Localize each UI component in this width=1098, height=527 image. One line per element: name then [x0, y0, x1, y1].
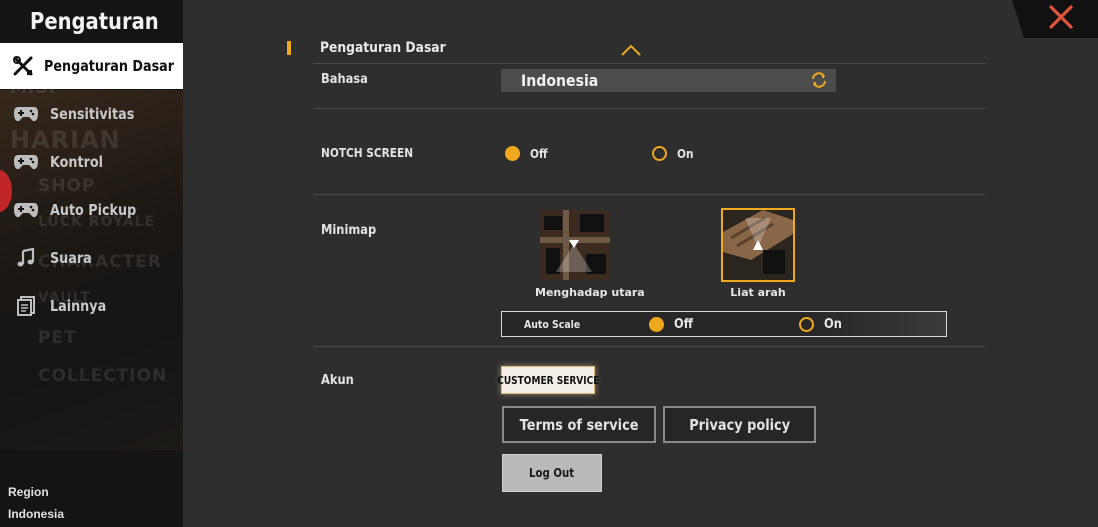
akun-label: Akun [321, 373, 354, 388]
radio-unselected-icon [799, 317, 814, 332]
divider [313, 194, 985, 195]
section-accent-bar [287, 41, 291, 55]
sidebar-item-label: Kontrol [50, 153, 104, 171]
divider [313, 63, 985, 64]
privacy-label: Privacy policy [689, 415, 790, 434]
chevron-up-icon[interactable] [620, 43, 642, 61]
gamepad-icon [12, 102, 40, 126]
sidebar-item-label: Lainnya [50, 297, 107, 315]
sidebar-item-pengaturan-dasar[interactable]: Pengaturan Dasar [0, 43, 183, 89]
bg-text-collection: COLLECTION [38, 366, 168, 386]
radio-label: Off [530, 146, 548, 161]
language-value: Indonesia [521, 71, 599, 90]
logout-button[interactable]: Log Out [502, 454, 602, 492]
minimap-direction-thumbnail [721, 208, 795, 282]
sidebar-item-lainnya[interactable]: Lainnya [0, 283, 183, 329]
minimap-direction-caption: Liat arah [730, 286, 786, 299]
terms-of-service-button[interactable]: Terms of service [502, 406, 656, 443]
refresh-icon[interactable] [810, 71, 828, 94]
radio-unselected-icon [652, 146, 667, 161]
close-icon [1036, 4, 1074, 35]
logout-label: Log Out [529, 466, 575, 480]
divider [313, 346, 985, 347]
auto-scale-setting: Auto Scale Off On [501, 311, 947, 337]
minimap-label: Minimap [321, 223, 377, 238]
sidebar-item-label: Pengaturan Dasar [44, 57, 175, 75]
notch-off-radio[interactable]: Off [505, 146, 550, 161]
gamepad-icon [12, 150, 40, 174]
sidebar-item-suara[interactable]: Suara [0, 235, 183, 281]
terms-label: Terms of service [519, 415, 639, 434]
minimap-option-direction[interactable]: Liat arah [719, 208, 797, 299]
notch-screen-label: NOTCH SCREEN [321, 146, 414, 160]
bahasa-label: Bahasa [321, 72, 368, 87]
settings-panel: Pengaturan Dasar Bahasa Indonesia NOTCH … [183, 0, 1098, 527]
tools-icon [12, 54, 34, 78]
customer-service-button[interactable]: CUSTOMER SERVICE [497, 366, 599, 394]
privacy-policy-button[interactable]: Privacy policy [663, 406, 816, 443]
section-title: Pengaturan Dasar [320, 40, 446, 56]
region-value: Indonesia [8, 507, 65, 521]
bg-text-pet: PET [38, 328, 77, 348]
sidebar-item-auto-pickup[interactable]: Auto Pickup [0, 187, 183, 233]
radio-selected-icon [505, 146, 520, 161]
page-title: Pengaturan [30, 9, 159, 35]
sidebar-item-kontrol[interactable]: Kontrol [0, 139, 183, 185]
minimap-north-caption: Menghadap utara [535, 286, 645, 299]
sidebar-item-label: Suara [50, 249, 92, 267]
radio-selected-icon [649, 317, 664, 332]
divider [313, 108, 985, 109]
radio-label: Off [674, 317, 694, 332]
minimap-north-thumbnail [540, 210, 610, 280]
music-note-icon [12, 246, 40, 270]
radio-label: On [677, 146, 694, 161]
gamepad-icon [12, 198, 40, 222]
radio-label: On [824, 317, 842, 332]
language-select[interactable]: Indonesia [501, 69, 836, 92]
region-label: Region [8, 485, 49, 499]
minimap-option-north[interactable]: Menghadap utara [535, 210, 645, 299]
auto-scale-label: Auto Scale [524, 318, 581, 331]
sidebar: MISI HARIAN SHOP LUCK ROYALE CHARACTER V… [0, 0, 183, 527]
document-icon [12, 294, 40, 318]
customer-service-label: CUSTOMER SERVICE [496, 373, 600, 387]
sidebar-item-label: Sensitivitas [50, 105, 135, 123]
auto-scale-on-radio[interactable]: On [799, 317, 844, 332]
notch-on-radio[interactable]: On [652, 146, 696, 161]
sidebar-item-label: Auto Pickup [50, 201, 137, 219]
sidebar-item-sensitivitas[interactable]: Sensitivitas [0, 91, 183, 137]
close-button[interactable] [1012, 0, 1098, 38]
auto-scale-off-radio[interactable]: Off [649, 317, 696, 332]
